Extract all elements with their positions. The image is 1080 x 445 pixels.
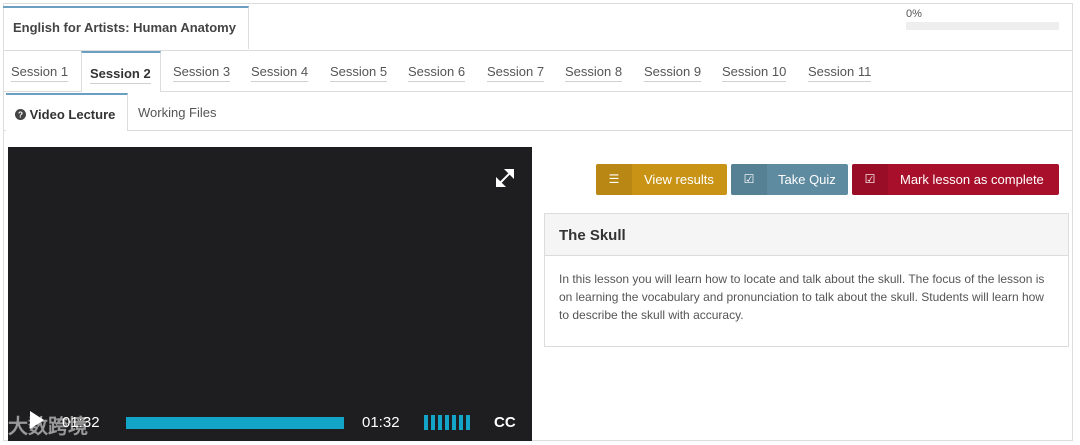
- watermark: 大数跨境: [8, 416, 88, 438]
- question-circle-icon: ?: [15, 109, 26, 120]
- view-results-label: View results: [644, 172, 714, 187]
- tab-session-9[interactable]: Session 9: [636, 51, 714, 92]
- progress-bar: [906, 22, 1059, 30]
- tab-session-4[interactable]: Session 4: [243, 51, 321, 92]
- lesson-subtabs: ? Video Lecture Working Files: [3, 93, 1073, 131]
- lesson-description: In this lesson you will learn how to loc…: [559, 272, 1045, 322]
- tab-working-files[interactable]: Working Files: [138, 93, 217, 131]
- tab-session-7[interactable]: Session 7: [479, 51, 557, 92]
- duration-time: 01:32: [362, 414, 400, 431]
- tab-video-lecture[interactable]: ? Video Lecture: [6, 93, 128, 131]
- lesson-panel: The Skull In this lesson you will learn …: [544, 213, 1069, 347]
- session-tabs: Session 1 Session 2 Session 3 Session 4 …: [3, 50, 1073, 92]
- view-results-button[interactable]: ☰ View results: [596, 164, 727, 195]
- seek-bar[interactable]: [126, 417, 344, 429]
- tab-session-10[interactable]: Session 10: [714, 51, 800, 92]
- mark-complete-button[interactable]: ☑ Mark lesson as complete: [852, 164, 1059, 195]
- checkbox-icon: ☑: [731, 164, 767, 195]
- tab-video-lecture-label: Video Lecture: [29, 107, 116, 122]
- fullscreen-icon[interactable]: [496, 169, 514, 187]
- video-player[interactable]: 01:32 01:32 CC: [8, 147, 532, 441]
- tab-session-6[interactable]: Session 6: [400, 51, 478, 92]
- tab-session-2[interactable]: Session 2: [81, 51, 161, 92]
- take-quiz-button[interactable]: ☑ Take Quiz: [731, 164, 848, 195]
- tab-session-11[interactable]: Session 11: [800, 51, 886, 92]
- svg-text:?: ?: [18, 110, 23, 119]
- volume-control[interactable]: [424, 415, 473, 430]
- list-icon: ☰: [596, 164, 632, 195]
- progress-label: 0%: [906, 8, 922, 20]
- mark-complete-label: Mark lesson as complete: [900, 172, 1044, 187]
- lesson-title: The Skull: [545, 214, 1068, 256]
- tab-session-3[interactable]: Session 3: [165, 51, 243, 92]
- checkbox-icon: ☑: [852, 164, 888, 195]
- tab-session-5[interactable]: Session 5: [322, 51, 400, 92]
- tab-session-8[interactable]: Session 8: [557, 51, 635, 92]
- captions-button[interactable]: CC: [494, 414, 516, 431]
- tab-session-1[interactable]: Session 1: [3, 51, 81, 92]
- take-quiz-label: Take Quiz: [778, 172, 836, 187]
- course-title: English for Artists: Human Anatomy: [3, 6, 249, 49]
